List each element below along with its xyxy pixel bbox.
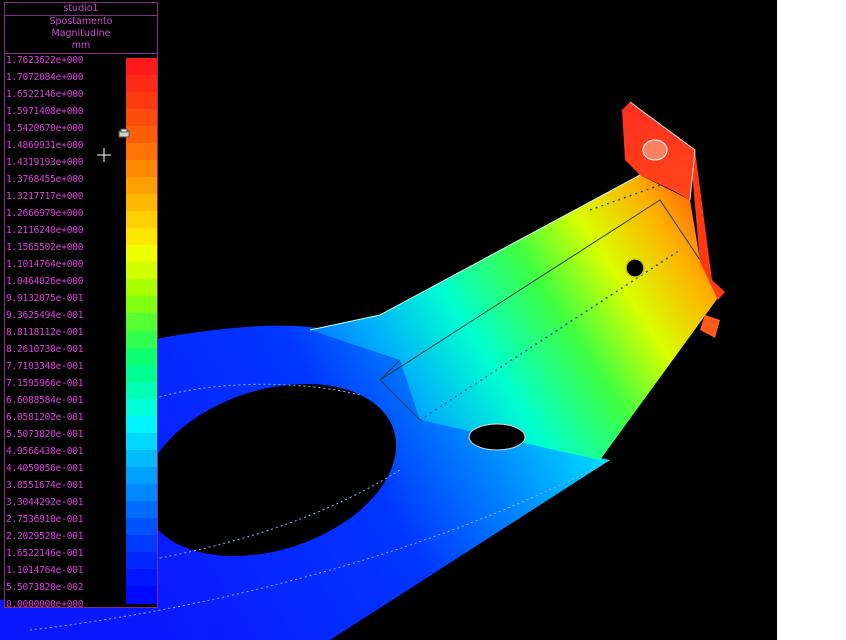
legend-tick-label: 5.5073820e-001: [6, 429, 84, 440]
color-swatch: [126, 364, 157, 383]
legend-tick-label: 1.4869931e+000: [6, 140, 84, 151]
legend-tick-label: 2.2029528e-001: [6, 531, 84, 542]
color-swatch: [126, 92, 157, 110]
legend-tick-label: 1.2666979e+000: [6, 208, 84, 219]
legend-tick-label: 1.4319193e+000: [6, 157, 84, 168]
color-swatch: [126, 177, 157, 195]
color-swatch: [126, 126, 157, 144]
legend-tick-label: 1.0464026e+000: [6, 276, 84, 287]
legend-tick-label: 1.5420670e+000: [6, 123, 84, 134]
legend-tick-label: 0.0000000e+000: [6, 599, 84, 610]
crosshair-cursor-icon: [97, 148, 111, 162]
legend-tick-label: 9.9132075e-001: [6, 293, 84, 304]
color-swatch: [126, 296, 157, 315]
legend-tick-label: 5.5073820e-002: [6, 582, 84, 593]
legend-tick-label: 1.5971408e+000: [6, 106, 84, 117]
color-swatch: [126, 245, 157, 263]
color-swatch: [126, 500, 157, 519]
legend-tick-label: 2.7536910e-001: [6, 514, 84, 525]
color-swatch: [126, 483, 157, 502]
color-swatch: [126, 75, 157, 93]
legend-tick-label: 7.1595966e-001: [6, 378, 84, 389]
legend-tick-label: 3.8551674e-001: [6, 480, 84, 491]
color-swatch: [126, 330, 157, 349]
legend-tick-label: 1.2116240e+000: [6, 225, 84, 236]
legend-tick-label: 1.7623622e+000: [6, 55, 84, 66]
color-swatch: [126, 347, 157, 366]
color-swatch: [126, 466, 157, 485]
color-swatch: [126, 143, 157, 161]
color-swatch: [126, 228, 157, 246]
legend-tick-label: 8.2610730e-001: [6, 344, 84, 355]
legend-result-type: Spostamento: [49, 16, 113, 27]
legend-tick-label: 1.1565502e+000: [6, 242, 84, 253]
legend-tick-label: 6.6088584e-001: [6, 395, 84, 406]
color-swatch: [126, 568, 157, 587]
color-swatch: [126, 109, 157, 127]
legend-tick-label: 1.3217717e+000: [6, 191, 84, 202]
legend-header: studio1 Spostamento Magnitudine mm: [5, 3, 157, 54]
color-swatch: [126, 449, 157, 468]
color-scale-bar: [126, 58, 157, 604]
legend-tick-label: 1.7072084e+000: [6, 72, 84, 83]
color-swatch: [126, 160, 157, 178]
legend-tick-label: 1.3768455e+000: [6, 174, 84, 185]
color-swatch: [126, 551, 157, 570]
color-swatch: [126, 415, 157, 434]
legend-tick-label: 1.1014764e-001: [6, 565, 84, 576]
legend-tick-label: 4.4059056e-001: [6, 463, 84, 474]
legend-tick-label: 1.1014764e+000: [6, 259, 84, 270]
legend-tick-label: 6.0581202e-001: [6, 412, 84, 423]
legend-tick-label: 1.6522146e+000: [6, 89, 84, 100]
legend-tick-label: 1.6522146e-001: [6, 548, 84, 559]
color-swatch: [126, 313, 157, 332]
color-swatch: [126, 279, 157, 298]
graphics-viewport[interactable]: studio1 Spostamento Magnitudine mm 1.762…: [0, 0, 777, 640]
legend-component: Magnitudine: [51, 28, 111, 39]
legend-tick-label: 3.3044292e-001: [6, 497, 84, 508]
legend-unit: mm: [71, 40, 91, 51]
legend-study-name: studio1: [5, 3, 157, 16]
probe-icon[interactable]: [118, 128, 130, 138]
legend-tick-label: 9.3625494e-001: [6, 310, 84, 321]
color-swatch: [126, 398, 157, 417]
color-swatch: [126, 534, 157, 553]
legend-tick-label: 8.8118112e-001: [6, 327, 84, 338]
color-swatch: [126, 517, 157, 536]
color-swatch: [126, 211, 157, 229]
color-swatch: [126, 381, 157, 400]
color-swatch: [126, 432, 157, 451]
legend-tick-label: 4.9566438e-001: [6, 446, 84, 457]
color-swatch: [126, 262, 157, 280]
legend-tick-label: 7.7103348e-001: [6, 361, 84, 372]
legend-panel: studio1 Spostamento Magnitudine mm 1.762…: [4, 2, 158, 610]
color-swatch: [126, 585, 157, 604]
color-swatch: [126, 58, 157, 76]
color-swatch: [126, 194, 157, 212]
